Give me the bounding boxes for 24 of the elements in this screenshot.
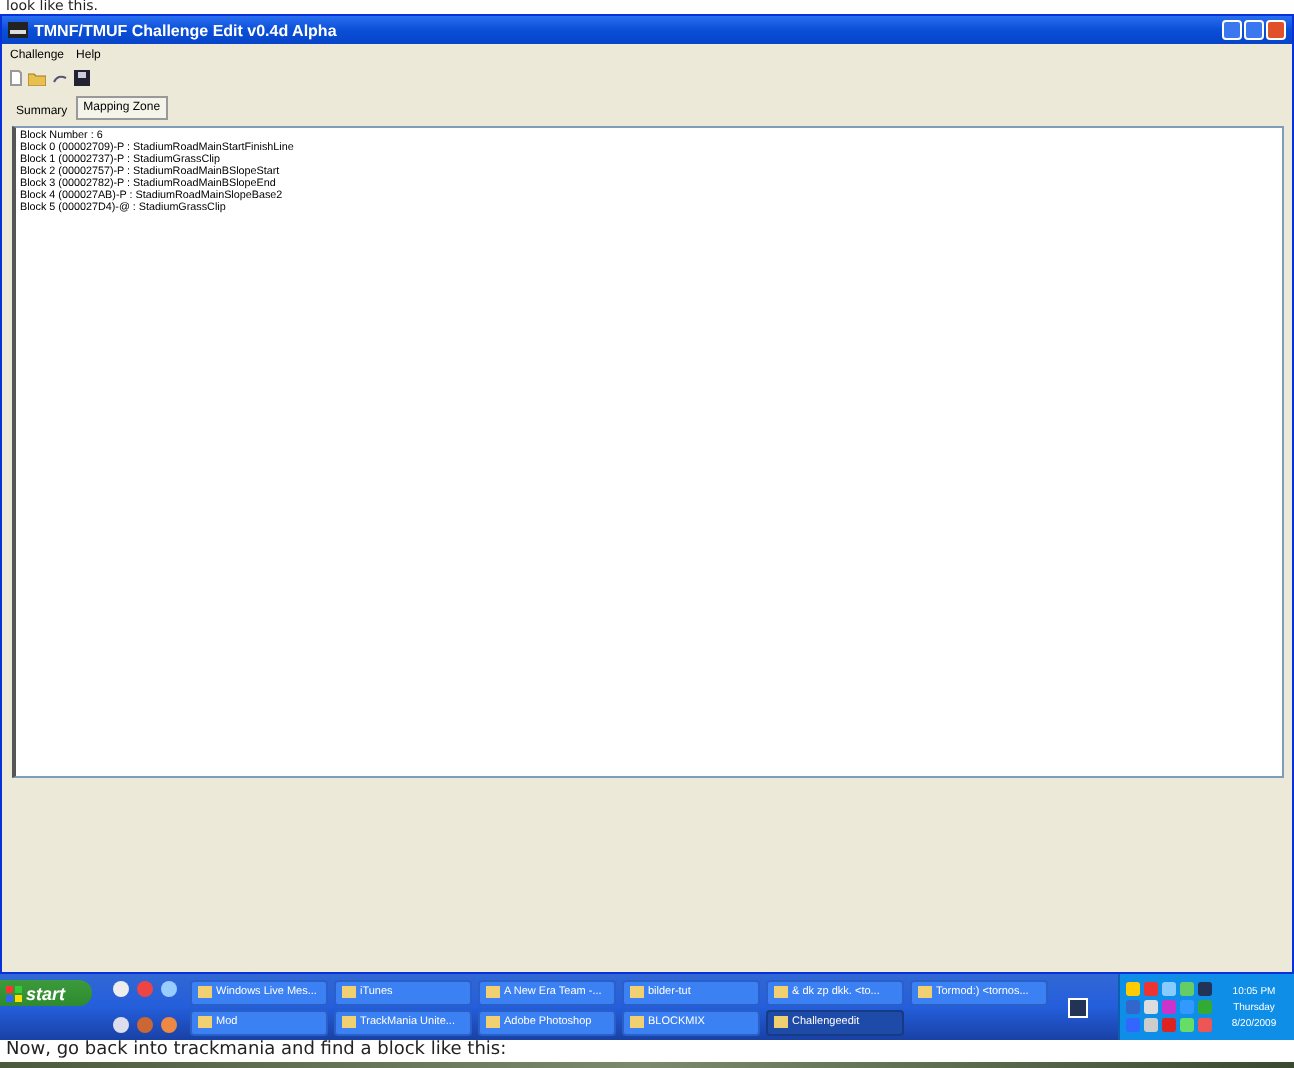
minimize-button[interactable] — [1222, 20, 1242, 40]
windows-logo-icon — [6, 985, 22, 1001]
window-icon — [198, 986, 212, 998]
window-icon — [486, 986, 500, 998]
help-icon[interactable] — [1068, 997, 1088, 1017]
window-icon — [198, 1016, 212, 1028]
close-button[interactable] — [1266, 20, 1286, 40]
window-icon — [342, 1016, 356, 1028]
window-icon — [630, 986, 644, 998]
window-icon — [774, 1016, 788, 1028]
redo-icon[interactable] — [52, 72, 68, 84]
window-icon — [918, 986, 932, 998]
window-icon — [486, 1016, 500, 1028]
window-icon — [630, 1016, 644, 1028]
restore-button[interactable] — [1244, 20, 1264, 40]
new-file-icon[interactable] — [10, 70, 22, 86]
app-icon — [8, 22, 28, 38]
window-icon — [342, 986, 356, 998]
caption-text: Now, go back into trackmania and find a block like this: — [6, 1040, 507, 1060]
folder-icon[interactable] — [28, 70, 46, 86]
window-icon — [774, 986, 788, 998]
save-icon[interactable] — [74, 70, 90, 86]
window-title: TMNF/TMUF Challenge Edit v0.4d Alpha — [34, 21, 339, 39]
start-button[interactable]: start — [0, 980, 92, 1006]
